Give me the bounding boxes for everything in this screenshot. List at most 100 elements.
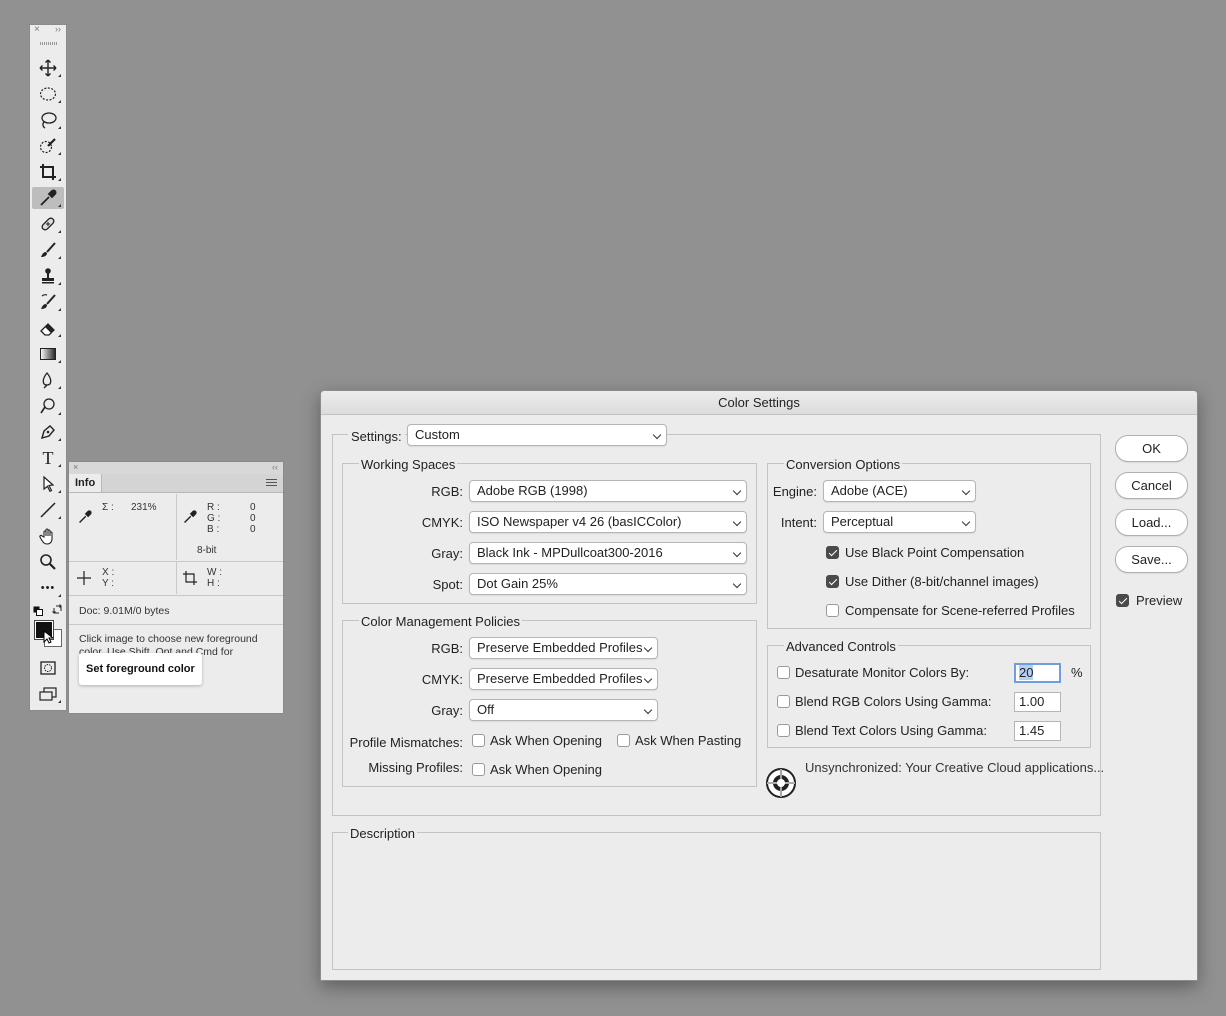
dialog-title: Color Settings xyxy=(321,391,1197,415)
policy-gray-label: Gray: xyxy=(431,703,463,718)
eyedropper-tool[interactable] xyxy=(32,187,64,209)
conversion-title: Conversion Options xyxy=(784,457,903,472)
missing-profiles-label: Missing Profiles: xyxy=(368,760,463,775)
tools-grip[interactable] xyxy=(40,42,58,45)
brush-tool[interactable] xyxy=(32,239,64,261)
blend-text-label: Blend Text Colors Using Gamma: xyxy=(795,723,987,738)
eyedropper-icon xyxy=(40,189,57,206)
ws-cmyk-dropdown[interactable]: ISO Newspaper v4 26 (basICColor) xyxy=(469,511,747,533)
ellipse-marquee-tool[interactable] xyxy=(32,83,64,105)
quick-mask-button[interactable] xyxy=(32,657,64,679)
r-value: 0 xyxy=(250,502,256,513)
chevron-down-icon xyxy=(961,517,971,527)
policy-gray-dropdown[interactable]: Off xyxy=(469,699,658,721)
ws-gray-label: Gray: xyxy=(431,546,463,561)
ok-button[interactable]: OK xyxy=(1115,435,1188,462)
crosshair-icon xyxy=(77,571,91,585)
line-tool[interactable] xyxy=(32,499,64,521)
intent-value: Perceptual xyxy=(831,514,894,529)
quick-selection-tool[interactable] xyxy=(32,135,64,157)
scene-referred-checkbox[interactable] xyxy=(826,604,839,617)
zoom-icon xyxy=(40,554,56,570)
b-label: B : xyxy=(207,524,220,535)
panel-menu-icon[interactable] xyxy=(266,479,277,487)
blend-rgb-input[interactable]: 1.00 xyxy=(1014,692,1061,712)
swap-colors-icon[interactable] xyxy=(52,604,63,618)
pen-icon xyxy=(40,425,55,440)
quick-selection-icon xyxy=(39,138,56,154)
engine-dropdown[interactable]: Adobe (ACE) xyxy=(823,480,976,502)
black-point-compensation-checkbox[interactable] xyxy=(826,546,839,559)
load-button[interactable]: Load... xyxy=(1115,509,1188,536)
profile-mismatches-label: Profile Mismatches: xyxy=(349,735,463,750)
eraser-tool[interactable] xyxy=(32,317,64,339)
save-button[interactable]: Save... xyxy=(1115,546,1188,573)
use-dither-checkbox[interactable] xyxy=(826,575,839,588)
tab-info[interactable]: Info xyxy=(69,474,103,492)
path-selection-tool[interactable] xyxy=(32,473,64,495)
policy-rgb-dropdown[interactable]: Preserve Embedded Profiles xyxy=(469,637,658,659)
missing-ask-opening-checkbox[interactable] xyxy=(472,763,485,776)
policies-title: Color Management Policies xyxy=(359,614,522,629)
more-tools-icon: ••• xyxy=(40,582,56,594)
hand-tool[interactable] xyxy=(32,525,64,547)
intent-dropdown[interactable]: Perceptual xyxy=(823,511,976,533)
preview-checkbox[interactable] xyxy=(1116,594,1129,607)
settings-dropdown[interactable]: Custom xyxy=(407,424,667,446)
policy-rgb-value: Preserve Embedded Profiles xyxy=(477,640,643,655)
ws-rgb-dropdown[interactable]: Adobe RGB (1998) xyxy=(469,480,747,502)
policy-rgb-label: RGB: xyxy=(431,641,463,656)
chevron-down-icon xyxy=(732,579,742,589)
info-tab-bar: Info xyxy=(69,474,283,493)
pen-tool[interactable] xyxy=(32,421,64,443)
ellipse-marquee-icon xyxy=(39,87,57,101)
move-tool[interactable] xyxy=(32,57,64,79)
engine-value: Adobe (ACE) xyxy=(831,483,908,498)
desaturate-checkbox[interactable] xyxy=(777,666,790,679)
tools-close-button[interactable]: × xyxy=(34,24,40,35)
type-icon: T xyxy=(42,447,54,468)
mismatch-ask-opening-checkbox[interactable] xyxy=(472,734,485,747)
policy-cmyk-dropdown[interactable]: Preserve Embedded Profiles xyxy=(469,668,658,690)
zoom-tool[interactable] xyxy=(32,551,64,573)
blend-rgb-checkbox[interactable] xyxy=(777,695,790,708)
bit-depth: 8-bit xyxy=(197,545,217,556)
mismatch-ask-pasting-label: Ask When Pasting xyxy=(635,733,742,748)
default-colors-icon[interactable] xyxy=(33,605,43,619)
blend-text-input[interactable]: 1.45 xyxy=(1014,721,1061,741)
clone-stamp-tool[interactable] xyxy=(32,265,64,287)
crop-tool[interactable] xyxy=(32,161,64,183)
blur-tool[interactable] xyxy=(32,369,64,391)
divider xyxy=(176,562,177,594)
healing-brush-tool[interactable] xyxy=(32,213,64,235)
cancel-button[interactable]: Cancel xyxy=(1115,472,1188,499)
mismatch-ask-pasting-checkbox[interactable] xyxy=(617,734,630,747)
ws-spot-dropdown[interactable]: Dot Gain 25% xyxy=(469,573,747,595)
hand-icon xyxy=(39,528,53,545)
blend-text-checkbox[interactable] xyxy=(777,724,790,737)
dodge-tool[interactable] xyxy=(32,395,64,417)
line-icon xyxy=(40,502,56,518)
healing-brush-icon xyxy=(41,217,55,231)
more-tools[interactable]: ••• xyxy=(32,577,64,599)
g-value: 0 xyxy=(250,513,256,524)
ws-gray-dropdown[interactable]: Black Ink - MPDullcoat300-2016 xyxy=(469,542,747,564)
screen-mode-button[interactable] xyxy=(32,683,64,705)
lasso-tool[interactable] xyxy=(32,109,64,131)
type-tool[interactable]: T xyxy=(32,447,64,469)
info-collapse-button[interactable]: ‹‹ xyxy=(272,462,278,472)
desaturate-input[interactable]: 20 xyxy=(1014,663,1061,683)
tools-collapse-button[interactable]: ›› xyxy=(55,24,61,34)
info-panel-header: × ‹‹ xyxy=(69,462,283,474)
doc-size: Doc: 9.01M/0 bytes xyxy=(79,605,170,617)
screen-mode-icon xyxy=(39,687,57,701)
policy-gray-value: Off xyxy=(477,702,495,717)
color-swatches xyxy=(34,619,64,653)
info-close-button[interactable]: × xyxy=(73,462,78,472)
desaturate-value: 20 xyxy=(1019,665,1034,680)
gradient-icon xyxy=(40,348,56,360)
gradient-tool[interactable] xyxy=(32,343,64,365)
engine-label: Engine: xyxy=(772,484,817,499)
history-brush-tool[interactable] xyxy=(32,291,64,313)
ws-spot-value: Dot Gain 25% xyxy=(477,576,558,591)
